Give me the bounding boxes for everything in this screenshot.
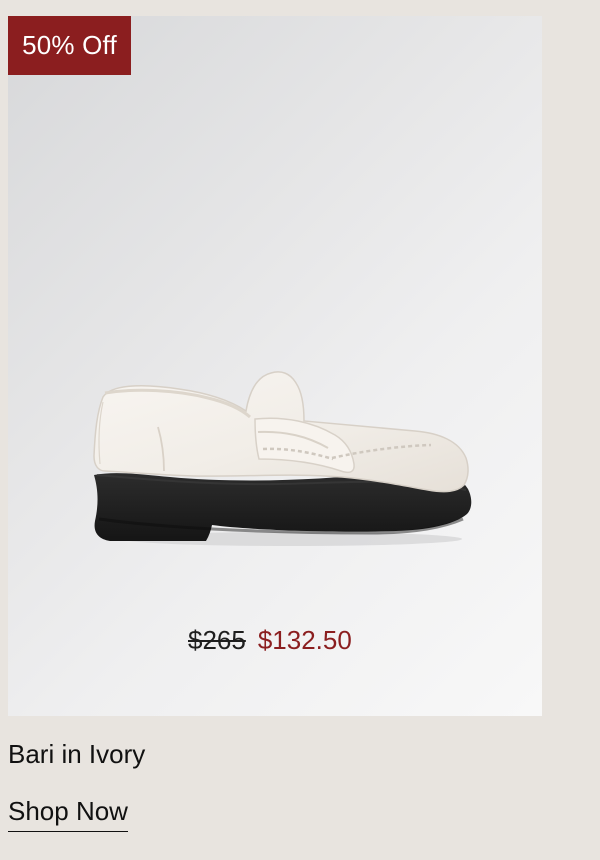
discount-badge: 50% Off <box>8 16 131 75</box>
product-image[interactable] <box>82 353 472 553</box>
sale-price: $132.50 <box>257 625 352 655</box>
shop-now-link[interactable]: Shop Now <box>8 792 128 832</box>
product-card[interactable]: 50% Off $265 $132.50 Bari in Ivory Shop … <box>0 0 600 860</box>
price-row: $265 $132.50 <box>188 620 388 660</box>
product-image-panel[interactable]: 50% Off $265 $132.50 <box>8 16 542 716</box>
product-title[interactable]: Bari in Ivory <box>8 734 145 774</box>
original-price: $265 <box>188 625 246 655</box>
loafer-icon <box>93 371 472 546</box>
